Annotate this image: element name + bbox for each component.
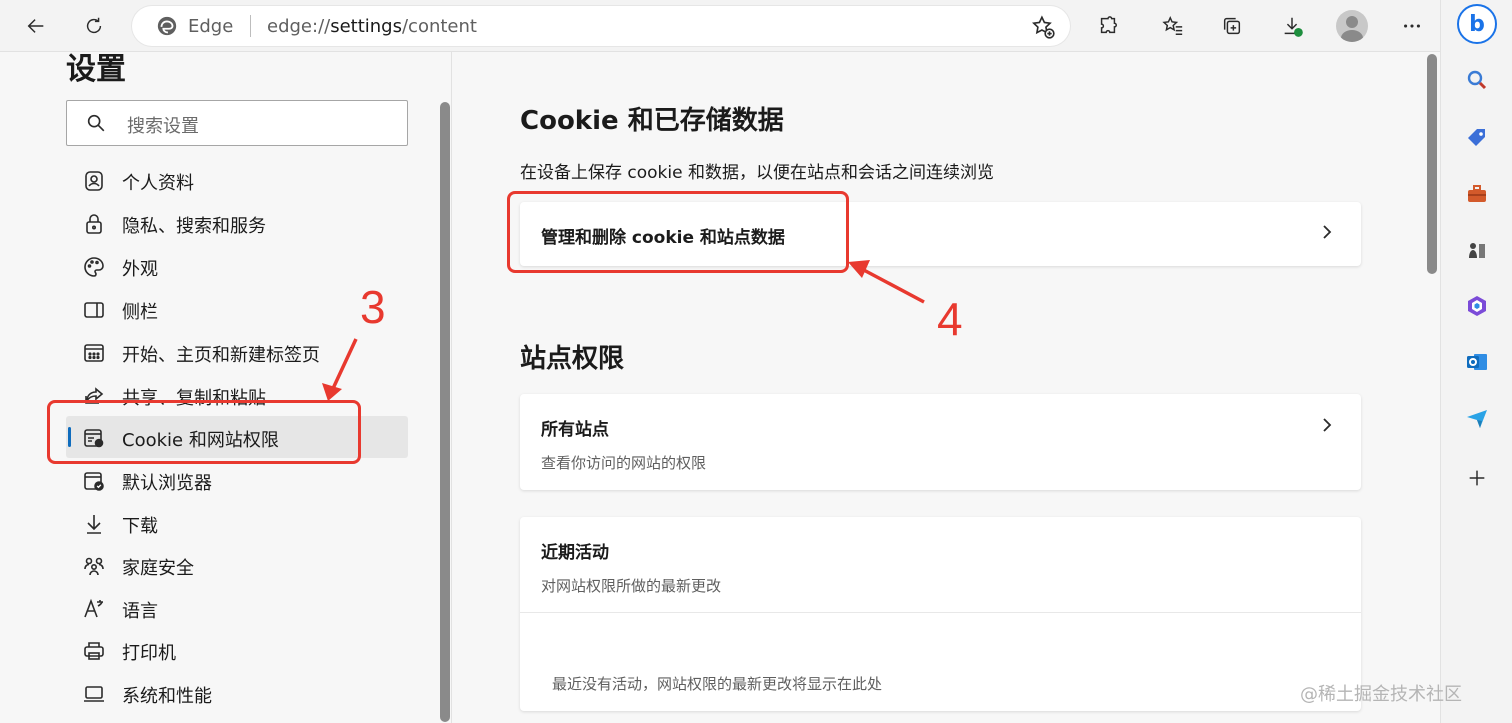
all-sites-subtitle: 查看你访问的网站的权限	[541, 454, 707, 472]
address-separator	[250, 15, 251, 37]
cookie-section-heading: Cookie 和已存储数据	[520, 106, 784, 136]
nav-item-sidebar[interactable]: 侧栏	[66, 288, 408, 330]
collections-button[interactable]	[1216, 10, 1248, 42]
card-divider	[520, 612, 1361, 613]
nav-item-printers[interactable]: 打印机	[66, 629, 408, 671]
refresh-button[interactable]	[78, 10, 110, 42]
nav-item-system-performance[interactable]: 系统和性能	[66, 672, 408, 714]
search-icon	[87, 114, 105, 132]
games-chess-icon[interactable]	[1463, 236, 1491, 264]
send-paperplane-icon[interactable]	[1463, 404, 1491, 432]
default-browser-icon	[82, 469, 106, 493]
favorites-star-icon	[1162, 15, 1183, 35]
settings-nav: 设置 搜索设置 个人资料 隐私、搜索和服务 外观 侧栏 开始、主页和新建标签页 …	[0, 52, 452, 723]
address-bar[interactable]: Edge edge://settings/content	[132, 6, 1070, 46]
download-icon	[82, 512, 106, 536]
nav-item-default-browser[interactable]: 默认浏览器	[66, 459, 408, 501]
recent-activity-empty: 最近没有活动，网站权限的最新更改将显示在此处	[552, 675, 883, 693]
recent-activity-card: 近期活动 对网站权限所做的最新更改 最近没有活动，网站权限的最新更改将显示在此处	[520, 517, 1361, 711]
printer-icon	[82, 639, 106, 663]
recent-activity-title: 近期活动	[541, 543, 609, 563]
add-plus-icon[interactable]	[1463, 464, 1491, 492]
tools-briefcase-icon[interactable]	[1463, 180, 1491, 208]
edge-logo-icon	[157, 16, 177, 36]
annotation-arrow-3	[322, 338, 358, 401]
language-icon	[82, 597, 106, 621]
nav-item-family-safety[interactable]: 家庭安全	[66, 544, 408, 586]
content-scrollbar[interactable]	[1427, 54, 1437, 274]
search-icon[interactable]	[1463, 66, 1491, 94]
nav-item-appearance[interactable]: 外观	[66, 245, 408, 287]
lock-icon	[82, 212, 106, 236]
collections-icon	[1223, 17, 1241, 35]
sidebar-icon	[82, 298, 106, 322]
nav-item-languages[interactable]: 语言	[66, 587, 408, 629]
favorites-button[interactable]	[1157, 10, 1189, 42]
annotation-box-step4	[507, 191, 849, 273]
family-icon	[82, 554, 106, 578]
search-placeholder: 搜索设置	[127, 116, 199, 137]
all-sites-card[interactable]: 所有站点 查看你访问的网站的权限	[520, 394, 1361, 490]
chevron-right-icon	[1319, 224, 1335, 240]
nav-scrollbar[interactable]	[440, 102, 450, 722]
profile-avatar[interactable]	[1336, 10, 1368, 42]
settings-content: Cookie 和已存储数据 在设备上保存 cookie 和数据，以便在站点和会话…	[453, 52, 1440, 723]
site-label: Edge	[188, 16, 234, 37]
all-sites-title: 所有站点	[541, 420, 609, 440]
microsoft365-icon[interactable]	[1463, 292, 1491, 320]
recent-activity-subtitle: 对网站权限所做的最新更改	[541, 577, 722, 595]
more-dots-icon	[1404, 24, 1420, 28]
annotation-number-3: 3	[360, 281, 386, 333]
site-permissions-heading: 站点权限	[520, 344, 625, 374]
downloads-button[interactable]	[1276, 10, 1308, 42]
annotation-box-step3	[47, 400, 361, 464]
puzzle-icon	[1100, 16, 1117, 34]
nav-item-privacy[interactable]: 隐私、搜索和服务	[66, 202, 408, 244]
bing-icon[interactable]: b	[1457, 4, 1497, 44]
back-button[interactable]	[20, 10, 52, 42]
annotation-number-4: 4	[937, 293, 963, 345]
chevron-right-icon	[1319, 417, 1335, 433]
laptop-icon	[82, 682, 106, 706]
profile-icon	[82, 169, 106, 193]
outlook-icon[interactable]	[1463, 348, 1491, 376]
settings-title: 设置	[66, 52, 126, 87]
browser-toolbar: Edge edge://settings/content	[0, 0, 1440, 52]
back-arrow-icon	[27, 19, 44, 33]
cookie-section-description: 在设备上保存 cookie 和数据，以便在站点和会话之间连续浏览	[520, 163, 994, 183]
refresh-icon	[86, 17, 102, 34]
add-favorite-icon[interactable]	[1030, 14, 1056, 40]
annotation-arrow-4	[848, 260, 925, 304]
download-icon	[1284, 17, 1303, 37]
nav-item-profile[interactable]: 个人资料	[66, 159, 408, 201]
shopping-tag-icon[interactable]	[1463, 124, 1491, 152]
watermark: @稀土掘金技术社区	[1300, 684, 1462, 705]
extensions-button[interactable]	[1092, 10, 1124, 42]
edge-sidebar: b	[1440, 0, 1512, 723]
more-menu-button[interactable]	[1396, 10, 1428, 42]
palette-icon	[82, 255, 106, 279]
url-text[interactable]: edge://settings/content	[267, 16, 477, 37]
settings-search-input[interactable]: 搜索设置	[66, 100, 408, 146]
nav-item-downloads[interactable]: 下载	[66, 502, 408, 544]
home-grid-icon	[82, 341, 106, 365]
